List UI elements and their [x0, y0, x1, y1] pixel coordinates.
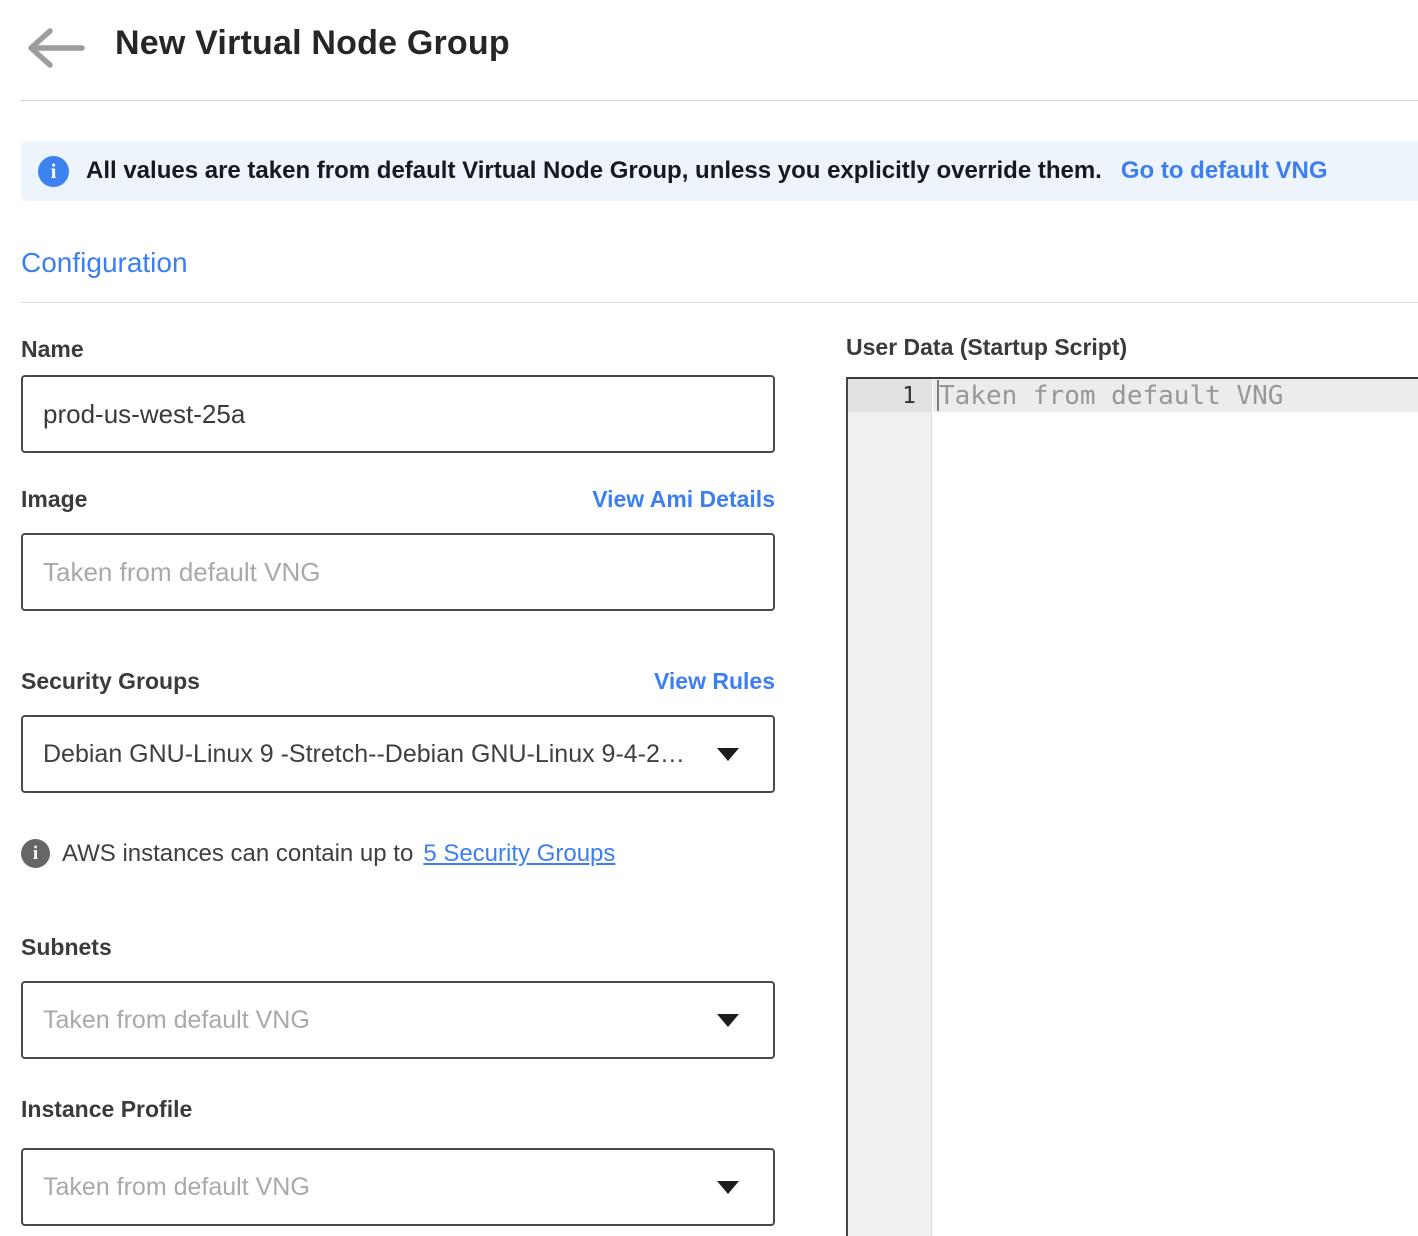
security-groups-label: Security Groups	[21, 668, 200, 695]
info-icon: i	[21, 839, 50, 868]
subnets-label-row: Subnets	[21, 934, 775, 961]
instance-profile-select[interactable]: Taken from default VNG	[21, 1148, 775, 1226]
name-label-row: Name	[21, 336, 775, 363]
chevron-down-icon	[717, 748, 739, 761]
five-security-groups-link[interactable]: 5 Security Groups	[423, 840, 615, 868]
info-banner: i All values are taken from default Virt…	[21, 141, 1418, 201]
instance-profile-placeholder: Taken from default VNG	[43, 1173, 310, 1202]
name-input[interactable]	[21, 375, 775, 453]
name-label: Name	[21, 336, 84, 363]
go-to-default-vng-link[interactable]: Go to default VNG	[1121, 157, 1328, 185]
user-data-label: User Data (Startup Script)	[846, 334, 1127, 361]
page-title: New Virtual Node Group	[115, 24, 510, 63]
subnets-label: Subnets	[21, 934, 112, 961]
header-divider	[21, 100, 1418, 101]
subnets-select[interactable]: Taken from default VNG	[21, 981, 775, 1059]
security-groups-label-row: Security Groups View Rules	[21, 668, 775, 695]
view-rules-link[interactable]: View Rules	[654, 668, 775, 695]
chevron-down-icon	[717, 1014, 739, 1027]
user-data-editor[interactable]: 1 Taken from default VNG	[846, 377, 1418, 1236]
note-text: AWS instances can contain up to	[62, 840, 413, 868]
editor-line-number: 1	[848, 379, 931, 412]
subnets-placeholder: Taken from default VNG	[43, 1006, 310, 1035]
chevron-down-icon	[717, 1181, 739, 1194]
new-virtual-node-group-page: New Virtual Node Group i All values are …	[0, 0, 1418, 1236]
configuration-section-title: Configuration	[21, 247, 188, 279]
back-arrow-icon[interactable]	[24, 26, 86, 70]
editor-active-line: Taken from default VNG	[933, 379, 1418, 412]
info-icon: i	[38, 156, 69, 187]
view-ami-details-link[interactable]: View Ami Details	[592, 486, 775, 513]
image-label-row: Image View Ami Details	[21, 486, 775, 513]
instance-profile-label-row: Instance Profile	[21, 1096, 775, 1123]
security-groups-select[interactable]: Debian GNU-Linux 9 -Stretch--Debian GNU-…	[21, 715, 775, 793]
editor-placeholder-text: Taken from default VNG	[939, 381, 1283, 411]
banner-message: All values are taken from default Virtua…	[86, 157, 1102, 185]
section-divider	[21, 302, 1418, 303]
editor-gutter: 1	[848, 379, 932, 1236]
security-groups-selected-value: Debian GNU-Linux 9 -Stretch--Debian GNU-…	[43, 740, 685, 769]
instance-profile-label: Instance Profile	[21, 1096, 192, 1123]
image-input[interactable]	[21, 533, 775, 611]
security-groups-note: i AWS instances can contain up to 5 Secu…	[21, 839, 615, 868]
image-label: Image	[21, 486, 87, 513]
